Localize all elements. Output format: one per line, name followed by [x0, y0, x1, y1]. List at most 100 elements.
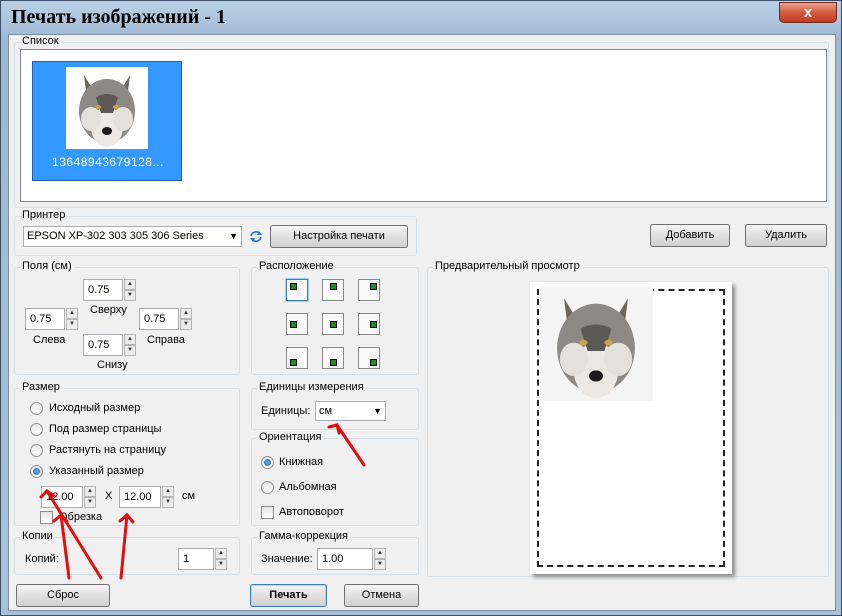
- size-custom-radio[interactable]: [30, 465, 43, 478]
- spin-down-icon[interactable]: ▼: [162, 497, 174, 508]
- layout-group-label: Расположение: [257, 260, 336, 272]
- spin-down-icon[interactable]: ▼: [374, 559, 386, 570]
- spin-up-icon[interactable]: ▲: [374, 548, 386, 559]
- size-original-radio[interactable]: [30, 402, 43, 415]
- units-label: Единицы:: [261, 405, 311, 417]
- print-setup-button[interactable]: Настройка печати: [270, 225, 408, 248]
- position-center[interactable]: [322, 313, 344, 335]
- spin-up-icon[interactable]: ▲: [124, 279, 136, 290]
- autorotate-checkbox[interactable]: [261, 506, 274, 519]
- position-middle-right[interactable]: [358, 313, 380, 335]
- list-item-caption: 13648943679128...: [52, 155, 164, 169]
- position-top-left[interactable]: [286, 279, 308, 301]
- spin-up-icon[interactable]: ▲: [124, 334, 136, 345]
- printer-group: Принтер EPSON XP-302 303 305 306 Series …: [14, 209, 417, 256]
- position-bottom-left[interactable]: [286, 347, 308, 369]
- close-button[interactable]: x: [779, 2, 837, 23]
- position-top-center[interactable]: [322, 279, 344, 301]
- printer-dropdown-value: EPSON XP-302 303 305 306 Series: [27, 230, 204, 242]
- margin-left-field[interactable]: 0.75: [25, 308, 65, 330]
- margin-left-label: Слева: [33, 334, 66, 346]
- chevron-down-icon: ▼: [373, 406, 382, 416]
- margin-top-spinner[interactable]: 0.75 ▲ ▼: [83, 279, 137, 301]
- wolf-thumbnail: [66, 67, 148, 149]
- size-custom-label: Указанный размер: [49, 465, 144, 477]
- margin-top-field[interactable]: 0.75: [83, 279, 123, 301]
- spin-down-icon[interactable]: ▼: [124, 345, 136, 356]
- add-button[interactable]: Добавить: [650, 224, 730, 247]
- size-stretch-radio[interactable]: [30, 444, 43, 457]
- preview-group-label: Предварительный просмотр: [433, 260, 582, 272]
- margin-right-field[interactable]: 0.75: [139, 308, 179, 330]
- spin-down-icon[interactable]: ▼: [180, 319, 192, 330]
- gamma-group: Гамма-коррекция Значение: 1.00 ▲ ▼: [251, 530, 419, 575]
- layout-group: Расположение: [251, 260, 419, 375]
- spin-up-icon[interactable]: ▲: [180, 308, 192, 319]
- gamma-label: Значение:: [261, 553, 313, 565]
- orientation-landscape-radio[interactable]: [261, 481, 274, 494]
- chevron-down-icon: ▼: [229, 231, 238, 241]
- copies-field[interactable]: 1: [178, 548, 214, 570]
- spin-up-icon[interactable]: ▲: [162, 486, 174, 497]
- orientation-group: Ориентация Книжная Альбомная Автоповорот: [251, 431, 419, 526]
- width-spinner[interactable]: 12.00 ▲ ▼: [41, 486, 97, 508]
- spin-down-icon[interactable]: ▼: [66, 319, 78, 330]
- preview-wolf-image: [539, 287, 653, 401]
- crop-label: Обрезка: [59, 511, 103, 523]
- spin-up-icon[interactable]: ▲: [215, 548, 227, 559]
- spin-up-icon[interactable]: ▲: [66, 308, 78, 319]
- list-item[interactable]: 13648943679128...: [32, 61, 182, 181]
- dialog-body: Список 13648943679128... Принтер EPSON X…: [8, 34, 836, 611]
- printer-group-label: Принтер: [20, 209, 68, 221]
- size-unit: см: [182, 490, 196, 502]
- size-separator: X: [105, 490, 113, 502]
- margin-top-label: Сверху: [90, 304, 127, 316]
- gamma-group-label: Гамма-коррекция: [257, 530, 350, 542]
- units-group: Единицы измерения Единицы: см ▼: [251, 381, 419, 430]
- size-group-label: Размер: [20, 381, 62, 393]
- gamma-field[interactable]: 1.00: [317, 548, 373, 570]
- margin-right-label: Справа: [147, 334, 185, 346]
- delete-button[interactable]: Удалить: [745, 224, 827, 247]
- position-top-right[interactable]: [358, 279, 380, 301]
- spin-down-icon[interactable]: ▼: [124, 290, 136, 301]
- preview-group: Предварительный просмотр: [427, 260, 829, 577]
- height-field[interactable]: 12.00: [119, 486, 161, 508]
- margin-bottom-label: Снизу: [97, 359, 128, 371]
- window-title: Печать изображений - 1: [11, 6, 227, 28]
- size-fit-page-label: Под размер страницы: [49, 423, 162, 435]
- margin-right-spinner[interactable]: 0.75 ▲ ▼: [139, 308, 193, 330]
- printer-dropdown[interactable]: EPSON XP-302 303 305 306 Series ▼: [23, 226, 242, 247]
- height-spinner[interactable]: 12.00 ▲ ▼: [119, 486, 175, 508]
- copies-spinner[interactable]: 1 ▲ ▼: [178, 548, 228, 570]
- margin-left-spinner[interactable]: 0.75 ▲ ▼: [25, 308, 79, 330]
- units-group-label: Единицы измерения: [257, 381, 366, 393]
- list-group: Список 13648943679128...: [14, 35, 829, 208]
- margin-bottom-spinner[interactable]: 0.75 ▲ ▼: [83, 334, 137, 356]
- position-bottom-center[interactable]: [322, 347, 344, 369]
- refresh-icon[interactable]: [249, 230, 263, 243]
- margins-group-label: Поля (см): [20, 260, 74, 272]
- width-field[interactable]: 12.00: [41, 486, 83, 508]
- spin-down-icon[interactable]: ▼: [84, 497, 96, 508]
- position-bottom-right[interactable]: [358, 347, 380, 369]
- reset-button[interactable]: Сброс: [16, 584, 110, 607]
- size-fit-page-radio[interactable]: [30, 423, 43, 436]
- crop-checkbox[interactable]: [40, 511, 53, 524]
- size-group: Размер Исходный размер Под размер страни…: [14, 381, 240, 526]
- copies-label: Копий:: [25, 553, 59, 565]
- print-button[interactable]: Печать: [250, 584, 327, 607]
- spin-up-icon[interactable]: ▲: [84, 486, 96, 497]
- gamma-spinner[interactable]: 1.00 ▲ ▼: [317, 548, 387, 570]
- title-bar[interactable]: Печать изображений - 1 x: [1, 1, 842, 33]
- cancel-button[interactable]: Отмена: [344, 584, 419, 607]
- spin-down-icon[interactable]: ▼: [215, 559, 227, 570]
- print-images-window: Печать изображений - 1 x Список 13648943…: [0, 0, 842, 616]
- units-dropdown[interactable]: см ▼: [315, 401, 386, 421]
- orientation-portrait-radio[interactable]: [261, 456, 274, 469]
- image-list[interactable]: 13648943679128...: [20, 49, 827, 202]
- orientation-portrait-label: Книжная: [279, 456, 324, 468]
- position-middle-left[interactable]: [286, 313, 308, 335]
- orientation-group-label: Ориентация: [257, 431, 324, 443]
- margin-bottom-field[interactable]: 0.75: [83, 334, 123, 356]
